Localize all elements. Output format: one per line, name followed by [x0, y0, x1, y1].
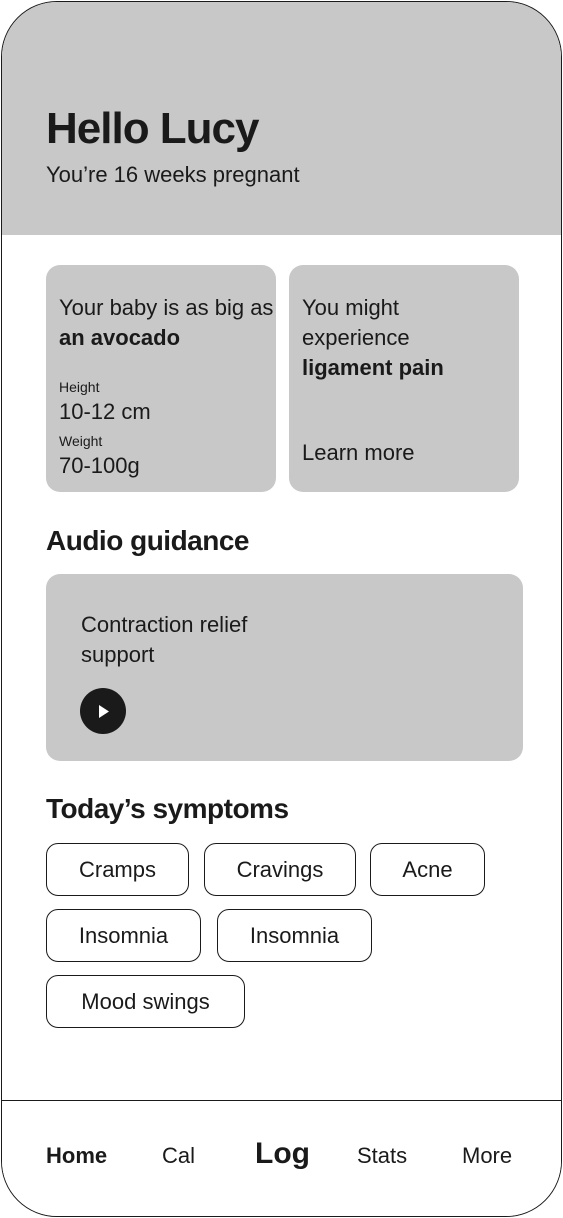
greeting-header: Hello Lucy You’re 16 weeks pregnant — [2, 2, 561, 235]
height-value: 10-12 cm — [59, 399, 151, 424]
baby-size-fruit: an avocado — [59, 325, 181, 350]
learn-more-link[interactable]: Learn more — [302, 440, 415, 466]
symptom-tip-prefix: You might experience — [302, 295, 410, 350]
tab-log[interactable]: Log — [255, 1137, 310, 1171]
symptom-chip-cramps[interactable]: Cramps — [46, 843, 189, 896]
symptom-tip-highlight: ligament pain — [302, 355, 444, 380]
symptom-chip-acne[interactable]: Acne — [370, 843, 485, 896]
symptom-chip-insomnia-2[interactable]: Insomnia — [217, 909, 372, 962]
tab-more[interactable]: More — [462, 1143, 512, 1169]
symptom-tip-card[interactable]: You might experience ligament pain Learn… — [289, 265, 519, 492]
weight-label: Weight — [59, 433, 103, 449]
audio-track-card[interactable]: Contraction relief support — [46, 574, 523, 761]
baby-size-prefix: Your baby is as big as — [59, 295, 274, 320]
symptom-chip-cravings[interactable]: Cravings — [204, 843, 356, 896]
play-button[interactable] — [80, 688, 126, 734]
audio-track-title: Contraction relief support — [81, 612, 248, 667]
pregnancy-week-text: You’re 16 weeks pregnant — [46, 162, 300, 187]
bottom-tab-bar: Home Cal Log Stats More — [2, 1100, 561, 1216]
symptom-tip-text: You might experience ligament pain — [302, 293, 502, 383]
baby-size-text: Your baby is as big as an avocado — [59, 293, 276, 353]
phone-screen: Hello Lucy You’re 16 weeks pregnant Your… — [1, 1, 562, 1217]
baby-size-card[interactable]: Your baby is as big as an avocado Height… — [46, 265, 276, 492]
weight-value: 70-100g — [59, 453, 140, 478]
symptoms-section-title: Today’s symptoms — [46, 793, 289, 824]
tab-home[interactable]: Home — [46, 1143, 107, 1169]
tab-calendar[interactable]: Cal — [162, 1143, 195, 1169]
tab-stats[interactable]: Stats — [357, 1143, 407, 1169]
symptom-chip-insomnia[interactable]: Insomnia — [46, 909, 201, 962]
height-label: Height — [59, 379, 100, 395]
greeting-title: Hello Lucy — [46, 104, 259, 153]
play-icon — [99, 705, 109, 718]
audio-section-title: Audio guidance — [46, 525, 250, 556]
symptom-chip-mood-swings[interactable]: Mood swings — [46, 975, 245, 1028]
